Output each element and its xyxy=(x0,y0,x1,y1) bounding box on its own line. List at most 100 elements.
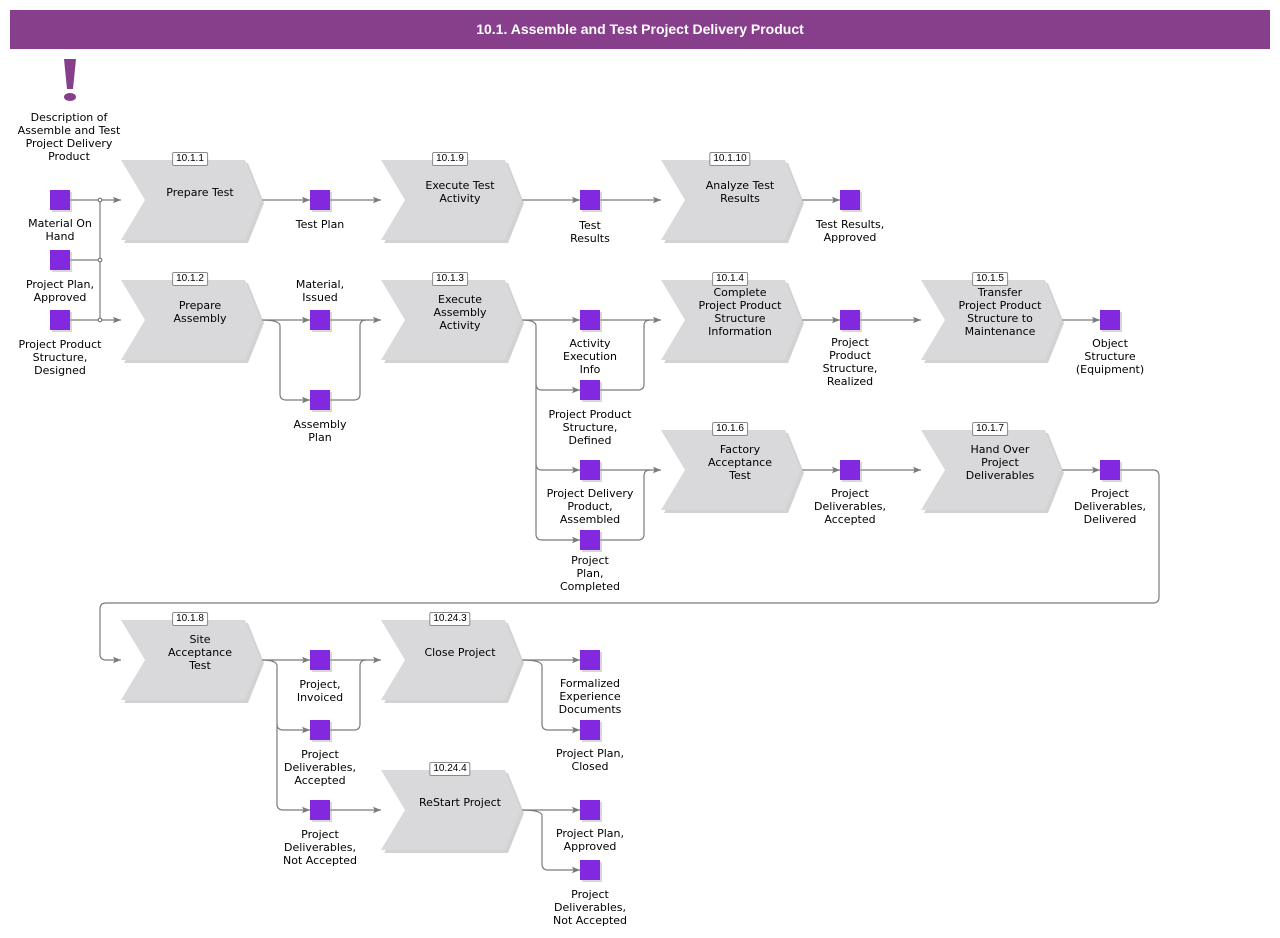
function-label: Execute Test Activity xyxy=(425,179,495,205)
event[interactable] xyxy=(310,190,332,212)
function-id-badge: 10.1.7 xyxy=(972,422,1008,436)
function-label: Execute Assembly Activity xyxy=(433,292,487,332)
connector-line xyxy=(330,319,367,401)
event-shape[interactable] xyxy=(310,800,330,820)
event-label: Test Plan xyxy=(295,218,345,231)
event-label: Test Results xyxy=(570,219,610,245)
event-label: Project, Invoiced xyxy=(296,678,344,704)
junction-dot xyxy=(97,257,103,263)
function-id-badge: 10.1.10 xyxy=(709,152,751,166)
event-label: Project Product Structure, Realized xyxy=(822,336,878,388)
event-label: Project Deliverables, Delivered xyxy=(1074,487,1146,526)
event[interactable] xyxy=(310,310,332,332)
event[interactable] xyxy=(580,530,602,552)
event-shape[interactable] xyxy=(580,310,600,330)
event-shape[interactable] xyxy=(580,650,600,670)
event-label: Project Product Structure, Designed xyxy=(18,338,102,377)
event[interactable] xyxy=(310,390,332,412)
junction-dot xyxy=(97,317,103,323)
event[interactable] xyxy=(580,190,602,212)
event-label: Project Deliverables, Accepted xyxy=(284,748,356,787)
event-label: Object Structure (Equipment) xyxy=(1075,337,1145,376)
event-shape[interactable] xyxy=(580,380,600,400)
event-shape[interactable] xyxy=(840,460,860,480)
function-id-badge: 10.24.3 xyxy=(429,612,471,626)
event-shape[interactable] xyxy=(50,310,70,330)
event-shape[interactable] xyxy=(50,190,70,210)
event-label: Project Deliverables, Not Accepted xyxy=(282,828,358,867)
event-shape[interactable] xyxy=(580,460,600,480)
event-label: Assembly Plan xyxy=(293,418,347,444)
event-label: Project Plan, Approved xyxy=(25,278,95,304)
function-id-badge: 10.1.8 xyxy=(172,612,208,626)
function-label: ReStart Project xyxy=(419,795,501,809)
event[interactable] xyxy=(840,190,862,212)
event-shape[interactable] xyxy=(1100,310,1120,330)
event-shape[interactable] xyxy=(580,190,600,210)
process-diagram xyxy=(50,160,1160,882)
function-label: Complete Project Product Structure Infor… xyxy=(698,286,782,338)
event[interactable] xyxy=(580,800,602,822)
event[interactable] xyxy=(840,310,862,332)
event[interactable] xyxy=(310,720,332,742)
function-label: Prepare Test xyxy=(166,185,234,199)
event[interactable] xyxy=(50,310,72,332)
event-label: Project Deliverables, Not Accepted xyxy=(552,888,628,927)
event-shape[interactable] xyxy=(310,720,330,740)
function-label: Prepare Assembly xyxy=(173,299,227,325)
exclamation-icon[interactable] xyxy=(58,57,82,105)
event-shape[interactable] xyxy=(580,800,600,820)
event[interactable] xyxy=(1100,310,1122,332)
event[interactable] xyxy=(50,250,72,272)
function-id-badge: 10.24.4 xyxy=(429,762,471,776)
function-id-badge: 10.1.4 xyxy=(712,272,748,286)
event-shape[interactable] xyxy=(50,250,70,270)
event[interactable] xyxy=(50,190,72,212)
event-label: Formalized Experience Documents xyxy=(558,677,622,716)
function-id-badge: 10.1.3 xyxy=(432,272,468,286)
event[interactable] xyxy=(580,460,602,482)
connector-line xyxy=(261,319,310,404)
event[interactable] xyxy=(580,650,602,672)
function-id-badge: 10.1.2 xyxy=(172,272,208,286)
event-label: Project Plan, Completed xyxy=(560,554,620,593)
event-label: Test Results, Approved xyxy=(815,218,885,244)
event-shape[interactable] xyxy=(1100,460,1120,480)
description-label: Description of Assemble and Test Project… xyxy=(17,111,121,163)
event[interactable] xyxy=(310,800,332,822)
event-label: Material, Issued xyxy=(295,278,345,304)
function-id-badge: 10.1.1 xyxy=(172,152,208,166)
junction-dot xyxy=(97,197,103,203)
event-shape[interactable] xyxy=(580,860,600,880)
event-label: Project Plan, Approved xyxy=(555,827,625,853)
function-label: Factory Acceptance Test xyxy=(707,442,773,482)
event-shape[interactable] xyxy=(580,530,600,550)
function-label: Hand Over Project Deliverables xyxy=(965,442,1035,482)
function-id-badge: 10.1.6 xyxy=(712,422,748,436)
event[interactable] xyxy=(1100,460,1122,482)
event-shape[interactable] xyxy=(580,720,600,740)
function-label: Transfer Project Product Structure to Ma… xyxy=(958,286,1042,338)
event-label: Activity Execution Info xyxy=(563,337,617,376)
event-label: Project Delivery Product, Assembled xyxy=(546,487,634,526)
function-label: Analyze Test Results xyxy=(705,179,775,205)
event-shape[interactable] xyxy=(310,390,330,410)
event-label: Project Deliverables, Accepted xyxy=(814,487,886,526)
event-shape[interactable] xyxy=(840,190,860,210)
event[interactable] xyxy=(580,310,602,332)
event-shape[interactable] xyxy=(310,650,330,670)
event-shape[interactable] xyxy=(310,310,330,330)
event[interactable] xyxy=(580,380,602,402)
event-shape[interactable] xyxy=(310,190,330,210)
event[interactable] xyxy=(840,460,862,482)
event[interactable] xyxy=(310,650,332,672)
event[interactable] xyxy=(580,720,602,742)
event-shape[interactable] xyxy=(840,310,860,330)
function-label: Close Project xyxy=(424,645,496,659)
event-label: Project Product Structure, Defined xyxy=(548,408,632,447)
function-id-badge: 10.1.9 xyxy=(432,152,468,166)
event[interactable] xyxy=(580,860,602,882)
function-id-badge: 10.1.5 xyxy=(972,272,1008,286)
function-label: Site Acceptance Test xyxy=(167,632,233,672)
event-label: Material On Hand xyxy=(28,217,92,243)
